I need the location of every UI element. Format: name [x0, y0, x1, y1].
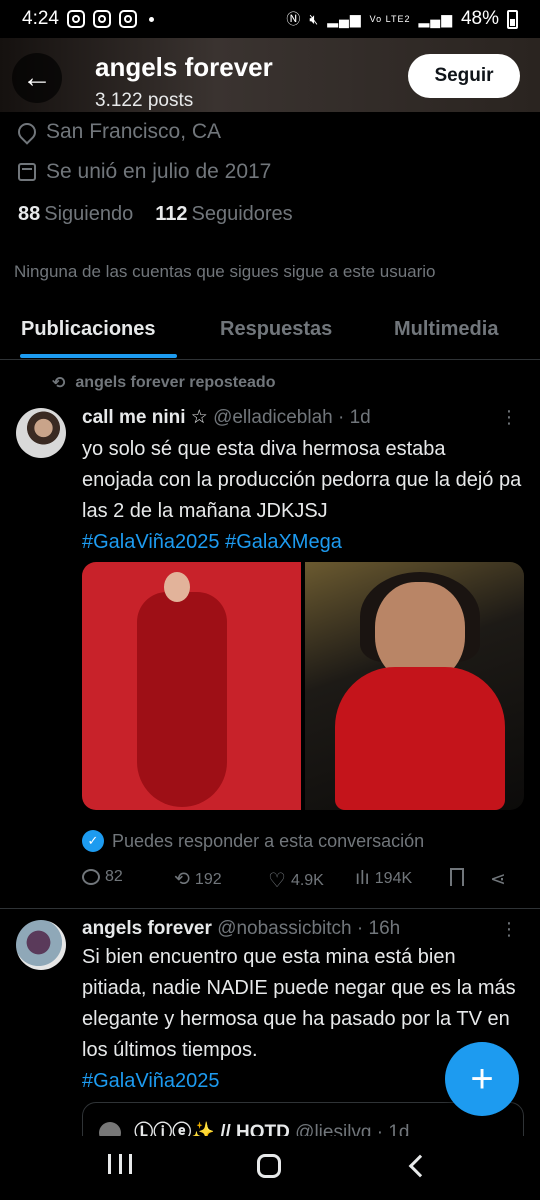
views-button[interactable]: ılı 194K [355, 868, 412, 890]
author-name[interactable]: angels forever [82, 918, 212, 939]
views-icon: ılı [355, 868, 370, 889]
system-navigation-bar [0, 1136, 540, 1200]
status-time: 4:24 [22, 8, 59, 29]
tweet-time: · 1d [338, 407, 371, 428]
status-bar: 4:24 Ⓝ 🔇︎ ▂▄▆ Vo LTE2 ▂▄▆ 48% [0, 0, 540, 38]
wifi-signal-icon: ▂▄▆ [327, 10, 362, 27]
tab-publicaciones[interactable]: Publicaciones [21, 318, 156, 341]
notification-dot-icon [148, 16, 154, 22]
tab-multimedia[interactable]: Multimedia [394, 318, 498, 341]
repost-button[interactable]: ⟲ 192 [174, 868, 222, 891]
author-handle[interactable]: @elladiceblah [213, 407, 333, 428]
post-count: 3.122 posts [95, 90, 194, 111]
bookmark-button[interactable] [450, 868, 464, 886]
mute-icon: 🔇︎ [309, 10, 320, 27]
recents-button[interactable] [108, 1154, 132, 1176]
author-handle[interactable]: @nobassicbitch [217, 918, 351, 939]
reply-permission-note: ✓ Puedes responder a esta conversación [82, 830, 424, 852]
location-text: San Francisco, CA [46, 120, 222, 143]
tweet-header: call me nini ☆ @elladiceblah · 1d [82, 406, 371, 429]
back-nav-button[interactable] [408, 1154, 432, 1178]
battery-icon [507, 9, 518, 29]
compose-button[interactable]: + [445, 1042, 519, 1116]
home-button[interactable] [257, 1154, 281, 1178]
instagram-icon [92, 10, 111, 28]
avatar[interactable] [16, 920, 66, 970]
nfc-icon: Ⓝ [286, 11, 302, 27]
joined-text: Se unió en julio de 2017 [46, 160, 272, 183]
hashtags[interactable]: #GalaViña2025 #GalaXMega [82, 531, 342, 553]
instagram-icon [66, 10, 85, 28]
location-row: San Francisco, CA [14, 119, 222, 145]
more-options-icon[interactable]: ⋮ [500, 408, 518, 426]
like-button[interactable]: ♡ 4.9K [268, 868, 324, 893]
calendar-icon [18, 163, 36, 181]
mutual-followers-note: Ninguna de las cuentas que sigues sigue … [14, 262, 436, 281]
author-name[interactable]: call me nini ☆ [82, 407, 208, 428]
tweet-text: yo solo sé que esta diva hermosa estaba … [82, 438, 522, 553]
tweet-header: angels forever @nobassicbitch · 16h [82, 918, 400, 940]
dress-shape [335, 667, 505, 810]
following-link[interactable]: 88 Siguiendo [18, 203, 133, 226]
repost-icon: ⟲ [52, 375, 66, 392]
profile-title: angels forever [95, 52, 273, 82]
back-button[interactable]: ← [12, 53, 62, 103]
dress-shape [137, 592, 227, 807]
hashtags[interactable]: #GalaViña2025 [82, 1070, 220, 1092]
tweet-media[interactable] [82, 562, 524, 810]
more-options-icon[interactable]: ⋮ [500, 920, 518, 938]
battery-percent: 48% [460, 8, 499, 29]
cell-signal-icon: ▂▄▆ [418, 10, 453, 27]
media-image-2[interactable] [305, 562, 524, 810]
network-label: Vo LTE2 [369, 14, 411, 24]
follow-button[interactable]: Seguir [408, 54, 520, 98]
bookmark-icon [450, 868, 464, 886]
figure-head [164, 572, 190, 602]
active-tab-indicator [20, 354, 177, 358]
repost-icon: ⟲ [174, 869, 190, 890]
user-check-icon: ✓ [82, 830, 104, 852]
share-icon: ⋖ [490, 869, 506, 890]
instagram-icon [118, 10, 137, 28]
followers-link[interactable]: 112 Seguidores [155, 203, 292, 226]
location-pin-icon [14, 119, 40, 145]
reply-button[interactable]: 82 [82, 868, 123, 886]
tab-respuestas[interactable]: Respuestas [220, 318, 332, 341]
profile-tabs: Publicaciones Respuestas Multimedia [0, 308, 540, 360]
repost-banner: ⟲ angels forever reposteado [52, 373, 275, 393]
joined-row: Se unió en julio de 2017 [18, 160, 271, 184]
profile-header: ← angels forever 3.122 posts Seguir [0, 38, 540, 112]
tweet-divider [0, 908, 540, 909]
repost-label: angels forever reposteado [75, 374, 276, 391]
arrow-left-icon: ← [22, 61, 52, 94]
share-button[interactable]: ⋖ [490, 868, 506, 891]
tweet-actions: 82 ⟲ 192 ♡ 4.9K ılı 194K ⋖ [82, 868, 522, 894]
tweet-time: · 16h [356, 918, 401, 939]
heart-icon: ♡ [268, 870, 286, 892]
avatar[interactable] [16, 408, 66, 458]
reply-icon [82, 869, 100, 885]
plus-icon: + [470, 1056, 494, 1101]
follow-stats: 88 Siguiendo 112 Seguidores [18, 203, 293, 226]
media-image-1[interactable] [82, 562, 301, 810]
